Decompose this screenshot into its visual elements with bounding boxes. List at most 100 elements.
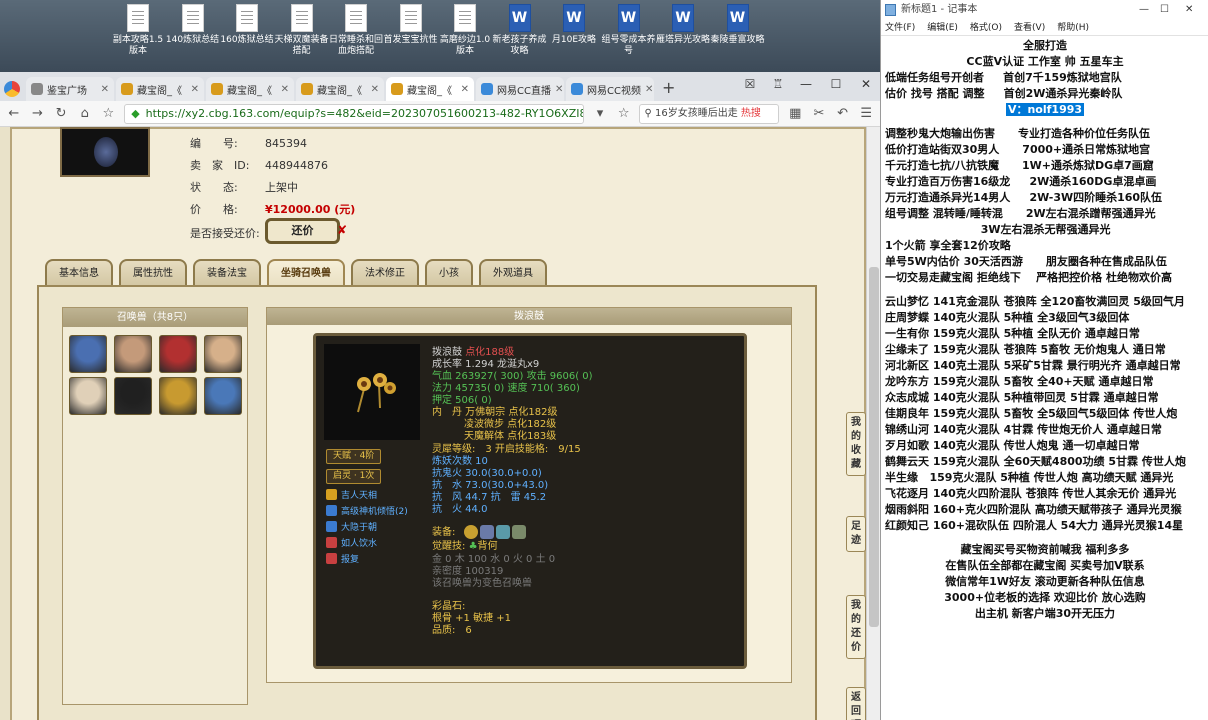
page-tab[interactable]: 属性抗性 — [119, 259, 187, 287]
text-file-icon — [290, 4, 313, 32]
close-icon[interactable]: ✘ — [337, 223, 347, 237]
desktop-icon[interactable]: 副本攻略1.5版本 — [110, 4, 166, 57]
notepad-menu-item[interactable]: 编辑(E) — [927, 20, 958, 35]
qiling-tag[interactable]: 启灵 · 1次 — [326, 469, 382, 484]
talent-tag[interactable]: 天赋 · 4阶 — [326, 449, 382, 464]
tab-close-icon[interactable]: ✕ — [281, 84, 289, 95]
pet-avatar[interactable] — [159, 377, 197, 415]
new-tab-button[interactable]: + — [654, 78, 683, 101]
page-tab[interactable]: 装备法宝 — [193, 259, 261, 287]
counter-offer-button[interactable]: 还价 — [265, 218, 340, 244]
tab-search-icon[interactable]: ☒ — [736, 74, 764, 94]
tab-close-icon[interactable]: ✕ — [101, 84, 109, 95]
grid-icon[interactable]: ▦ — [787, 106, 803, 121]
page-tab[interactable]: 外观道具 — [479, 259, 547, 287]
desktop-icon[interactable]: W 月10E攻略 — [546, 4, 602, 46]
tab-close-icon[interactable]: ✕ — [371, 84, 379, 95]
tab-close-icon[interactable]: ✕ — [461, 84, 469, 95]
desktop-icon[interactable]: 日常睡杀和回血炮搭配 — [328, 4, 384, 57]
pet-avatar[interactable] — [204, 335, 242, 373]
skill-icon — [326, 505, 337, 516]
maximize-button[interactable]: ☐ — [822, 74, 850, 94]
equip-slot-icon[interactable] — [512, 525, 526, 539]
home-icon[interactable]: ⌂ — [77, 106, 93, 121]
undo-icon[interactable]: ↶ — [835, 106, 851, 121]
url-field[interactable]: ◆ https://xy2.cbg.163.com/equip?s=482&ei… — [124, 103, 585, 124]
notepad-menu-item[interactable]: 查看(V) — [1014, 20, 1045, 35]
page-tab[interactable]: 基本信息 — [45, 259, 113, 287]
browser-tab[interactable]: 藏宝阁_《 ✕ — [386, 77, 474, 101]
browser-tab[interactable]: 藏宝阁_《 ✕ — [296, 77, 384, 101]
browser-tab[interactable]: 藏宝阁_《 ✕ — [206, 77, 294, 101]
pet-avatar[interactable] — [114, 335, 152, 373]
page-tab[interactable]: 坐骑召唤兽 — [267, 259, 345, 287]
pet-skill[interactable]: 如人饮水 — [326, 537, 377, 551]
equip-slot-icon[interactable] — [464, 525, 478, 539]
page-tab[interactable]: 法术修正 — [351, 259, 419, 287]
desktop-icon-label: 高磨纱边1.0版本 — [439, 35, 491, 56]
tab-close-icon[interactable]: ✕ — [645, 84, 653, 95]
pet-refine: 炼妖次数 10 — [432, 456, 488, 467]
desktop-icon[interactable]: 140炼狱总结 — [165, 4, 221, 46]
bookmark-icon[interactable]: ☆ — [616, 106, 632, 121]
pet-quality: 品质: 6 — [432, 625, 472, 636]
close-window-button[interactable]: ✕ — [852, 74, 880, 94]
desktop-icon[interactable]: W 秦陵垂富攻略 — [710, 4, 766, 46]
reload-icon[interactable]: ↻ — [53, 106, 69, 121]
seller-label: 卖 家 ID: — [190, 159, 250, 172]
pet-avatar[interactable] — [69, 377, 107, 415]
pet-skill[interactable]: 报复 — [326, 553, 359, 567]
back-icon[interactable]: ← — [6, 106, 22, 121]
side-link[interactable]: 我的还价 — [846, 595, 866, 659]
browser-tab[interactable]: 鉴宝广场 ✕ — [26, 77, 114, 101]
page-scrollbar[interactable] — [866, 127, 880, 720]
scrollbar-thumb[interactable] — [869, 267, 879, 627]
desktop-icon[interactable]: 160炼狱总结 — [219, 4, 275, 46]
notepad-line-text: 单号5W内估价 30天活西游 朋友圈各种在售成品队伍 — [885, 255, 1167, 268]
tab-close-icon[interactable]: ✕ — [555, 84, 563, 95]
notepad-line: 飞花逐月 140克火四阶混队 苍狼阵 传世人其余无价 通异光 — [885, 486, 1205, 502]
notepad-line: 藏宝阁买号买物资前喊我 福利多多 — [885, 542, 1205, 558]
notepad-maximize-button[interactable]: ☐ — [1160, 0, 1169, 20]
desktop-icon[interactable]: 高磨纱边1.0版本 — [437, 4, 493, 57]
pet-avatar[interactable] — [69, 335, 107, 373]
desktop-icon[interactable]: W 新老孩子养成攻略 — [492, 4, 548, 57]
desktop-icon[interactable]: 天梯双魔装备搭配 — [274, 4, 330, 57]
desktop-icon[interactable]: W 雁塔异光攻略 — [655, 4, 711, 46]
notepad-menu-item[interactable]: 帮助(H) — [1057, 20, 1089, 35]
menu-icon[interactable]: ☰ — [858, 106, 874, 121]
desktop-icon[interactable]: 首发宝宝抗性 — [383, 4, 439, 46]
side-link[interactable]: 返回顶部 — [846, 687, 866, 720]
notepad-menu-item[interactable]: 格式(O) — [970, 20, 1002, 35]
counter-offer-label: 是否接受还价: — [190, 227, 260, 240]
shirt-icon[interactable]: ♖ — [764, 74, 792, 94]
page-tab[interactable]: 小孩 — [425, 259, 473, 287]
dropdown-icon[interactable]: ▾ — [592, 106, 608, 121]
notepad-line-text: 河北新区 140克土混队 5采矿5甘霖 景行明光齐 通卓越日常 — [885, 359, 1181, 372]
desktop-icon[interactable]: W 组号零成本养号 — [601, 4, 657, 57]
notepad-minimize-button[interactable]: — — [1139, 0, 1149, 20]
pet-skill[interactable]: 高级神机倾悟(2) — [326, 505, 408, 519]
pet-avatar[interactable] — [204, 377, 242, 415]
notepad-text[interactable]: 全服打造 CC蓝V认证 工作室 帅 五星车主 低端任务组号开创者 首创7千159炼狱… — [885, 38, 1205, 622]
browser-tab[interactable]: 网易CC直播 ✕ — [476, 77, 564, 101]
equip-slot-icon[interactable] — [496, 525, 510, 539]
side-link[interactable]: 足迹 — [846, 516, 866, 552]
browser-tab[interactable]: 藏宝阁_《 ✕ — [116, 77, 204, 101]
equip-slot-icon[interactable] — [480, 525, 494, 539]
tab-close-icon[interactable]: ✕ — [191, 84, 199, 95]
browser-tab[interactable]: 网易CC视频 ✕ — [566, 77, 654, 101]
notepad-menu-item[interactable]: 文件(F) — [885, 20, 915, 35]
search-field[interactable]: ⚲ 16岁女孩睡后出走 热搜 — [639, 103, 780, 124]
star-icon[interactable]: ☆ — [101, 106, 117, 121]
pet-avatar[interactable] — [114, 377, 152, 415]
notepad-close-button[interactable]: ✕ — [1185, 0, 1193, 20]
notepad-line: 锦绣山河 140克火混队 4甘霖 传世炮无价人 通卓越日常 — [885, 422, 1205, 438]
minimize-button[interactable]: — — [792, 74, 820, 94]
cut-icon[interactable]: ✂ — [811, 106, 827, 121]
forward-icon[interactable]: → — [30, 106, 46, 121]
pet-avatar[interactable] — [159, 335, 197, 373]
side-link[interactable]: 我的收藏 — [846, 412, 866, 476]
pet-skill[interactable]: 大隐于朝 — [326, 521, 377, 535]
pet-skill[interactable]: 吉人天相 — [326, 489, 377, 503]
